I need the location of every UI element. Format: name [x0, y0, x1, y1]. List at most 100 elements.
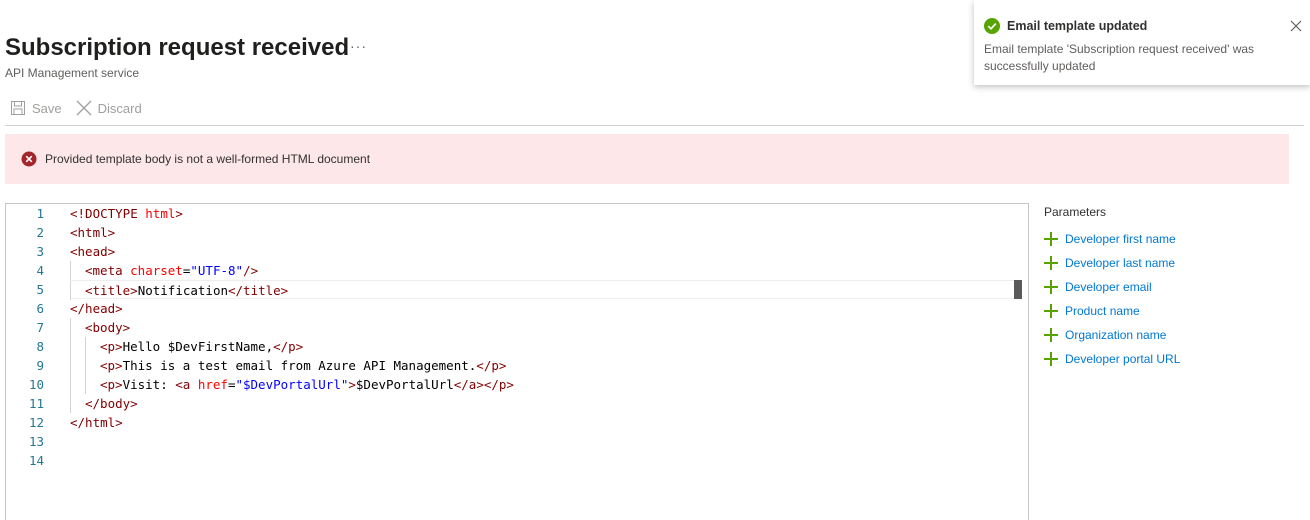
line-number: 5 — [36, 282, 44, 297]
code-line[interactable]: <!DOCTYPE html> — [70, 204, 1028, 223]
code-line[interactable]: </body> — [70, 394, 1028, 413]
parameter-label: Developer portal URL — [1065, 352, 1181, 366]
toast-message: Email template 'Subscription request rec… — [984, 42, 1255, 73]
parameter-item[interactable]: Developer first name — [1044, 227, 1180, 251]
code-line[interactable]: <html> — [70, 223, 1028, 242]
line-number: 4 — [36, 263, 44, 278]
parameter-label: Organization name — [1065, 328, 1167, 342]
code-token: <p> — [100, 358, 123, 373]
line-number: 13 — [28, 434, 44, 449]
code-line[interactable]: <p>Hello $DevFirstName,</p> — [70, 337, 1028, 356]
save-icon — [11, 101, 25, 115]
indent-guide — [70, 281, 85, 300]
code-token: <meta — [85, 263, 131, 278]
line-number: 1 — [36, 206, 44, 221]
code-token: Notification — [137, 283, 228, 298]
code-line[interactable] — [70, 451, 1028, 470]
indent-guide — [85, 356, 100, 375]
parameter-label: Developer last name — [1065, 256, 1176, 270]
line-number: 7 — [36, 320, 44, 335]
indent-guide — [70, 337, 85, 356]
code-editor[interactable]: 1 2 3 4 5 6 7 8 9 10 11 12 13 14 <!DOCTYPE html> <html… — [5, 203, 1029, 520]
code-line[interactable]: <body> — [70, 318, 1028, 337]
error-message-bar: Provided template body is not a well-for… — [5, 134, 1289, 184]
discard-button[interactable]: Discard — [76, 100, 142, 116]
error-icon — [21, 151, 37, 167]
plus-icon — [1044, 304, 1058, 318]
code-token: <title> — [85, 283, 138, 298]
plus-icon — [1044, 328, 1058, 342]
code-line[interactable]: <p>This is a test email from Azure API M… — [70, 356, 1028, 375]
error-text: Provided template body is not a well-for… — [45, 152, 371, 166]
parameter-label: Product name — [1065, 304, 1140, 318]
parameter-item[interactable]: Developer portal URL — [1044, 347, 1180, 371]
parameters-panel: Parameters Developer first name Developer… — [1044, 205, 1180, 371]
more-options-icon[interactable]: ··· — [350, 38, 367, 54]
code-line[interactable]: </head> — [70, 299, 1028, 318]
parameter-label: Developer first name — [1065, 232, 1176, 246]
code-token: <p> — [100, 377, 123, 392]
line-number: 2 — [36, 225, 44, 240]
indent-guide — [70, 375, 85, 394]
indent-guide — [70, 356, 85, 375]
code-token: </p> — [273, 339, 304, 354]
indent-guide — [70, 318, 85, 337]
code-token: > — [348, 377, 356, 392]
code-token: charset — [130, 263, 183, 278]
code-token: /> — [243, 263, 259, 278]
parameters-title: Parameters — [1044, 205, 1107, 219]
code-token: This is a test email from Azure API Mana… — [122, 358, 477, 373]
parameter-item[interactable]: Product name — [1044, 299, 1180, 323]
line-number: 6 — [36, 301, 44, 316]
save-button[interactable]: Save — [10, 100, 62, 116]
code-token: <p> — [100, 339, 123, 354]
discard-label: Discard — [97, 100, 142, 116]
plus-icon — [1044, 232, 1058, 246]
parameter-item[interactable]: Developer email — [1044, 275, 1180, 299]
toolbar-divider — [5, 125, 1304, 126]
code-area[interactable]: <!DOCTYPE html> <html> <head> <meta charset… — [70, 204, 1028, 470]
code-line[interactable]: <p>Visit: <a href="$DevPortalUrl">$DevPo… — [70, 375, 1028, 394]
code-line[interactable] — [70, 432, 1028, 451]
success-check-icon — [984, 18, 1000, 34]
close-icon — [76, 100, 92, 116]
code-token: </html> — [70, 415, 123, 430]
code-token: "$DevPortalUrl" — [235, 377, 349, 392]
indent-guide — [70, 261, 85, 280]
code-token: html — [145, 206, 176, 221]
code-token: <a — [175, 377, 198, 392]
parameter-item[interactable]: Developer last name — [1044, 251, 1180, 275]
code-token: href — [197, 377, 228, 392]
code-token: Visit: — [122, 377, 176, 392]
indent-guide — [85, 375, 100, 394]
parameter-label: Developer email — [1065, 280, 1152, 294]
scrollbar-thumb[interactable] — [1014, 280, 1022, 299]
code-line[interactable]: <meta charset="UTF-8"/> — [70, 261, 1028, 280]
code-token: </body> — [85, 396, 138, 411]
line-number: 3 — [36, 244, 44, 259]
plus-icon — [1044, 352, 1058, 366]
code-line[interactable]: </html> — [70, 413, 1028, 432]
code-token: <!DOCTYPE — [70, 206, 146, 221]
code-line[interactable]: <title>Notification</title> — [70, 280, 1014, 300]
page-subtitle: API Management service — [5, 66, 140, 80]
close-icon[interactable] — [1286, 16, 1306, 36]
toast-title: Email template updated — [1007, 19, 1148, 33]
code-line[interactable]: <head> — [70, 242, 1028, 261]
code-token: <head> — [70, 244, 116, 259]
code-token: Hello $DevFirstName, — [122, 339, 274, 354]
code-token: </title> — [228, 283, 289, 298]
notification-toast: Email template updated Email template 'S… — [974, 0, 1310, 85]
plus-icon — [1044, 280, 1058, 294]
code-token: <body> — [85, 320, 131, 335]
parameter-item[interactable]: Organization name — [1044, 323, 1180, 347]
line-number: 10 — [28, 377, 44, 392]
code-token: > — [175, 206, 183, 221]
line-number: 9 — [36, 358, 44, 373]
code-token: $DevPortalUrl — [355, 377, 454, 392]
save-label: Save — [32, 100, 62, 116]
line-number: 8 — [36, 339, 44, 354]
code-token: </head> — [70, 301, 123, 316]
page-title: Subscription request received — [5, 34, 350, 61]
line-number-gutter: 1 2 3 4 5 6 7 8 9 10 11 12 13 14 — [6, 204, 56, 470]
